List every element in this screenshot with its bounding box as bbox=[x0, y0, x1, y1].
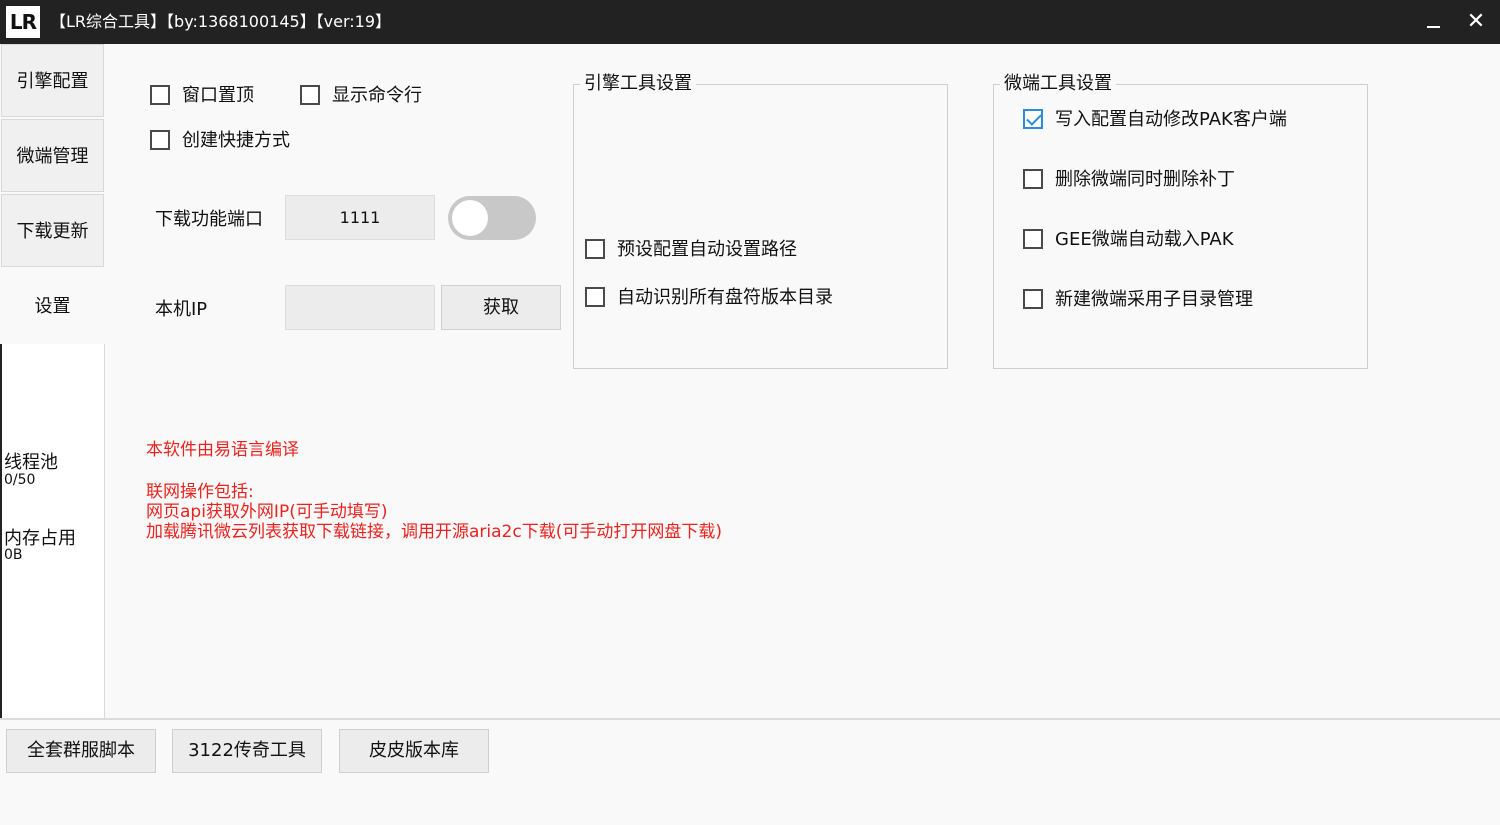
close-button[interactable]: ✕ bbox=[1456, 0, 1496, 44]
checkbox-icon bbox=[150, 85, 170, 105]
thread-pool-label: 线程池 bbox=[4, 452, 58, 473]
preset-auto-path-label: 预设配置自动设置路径 bbox=[617, 239, 797, 260]
app-logo: LR bbox=[6, 6, 40, 38]
full-server-script-button[interactable]: 全套群服脚本 bbox=[6, 729, 156, 773]
minimize-icon bbox=[1427, 26, 1440, 28]
download-port-toggle[interactable] bbox=[448, 196, 536, 240]
network-ops-heading: 联网操作包括: bbox=[146, 482, 254, 502]
engine-settings-title: 引擎工具设置 bbox=[580, 72, 696, 96]
local-ip-label: 本机IP bbox=[155, 299, 208, 320]
gee-auto-load-pak-label: GEE微端自动载入PAK bbox=[1055, 229, 1234, 250]
window-title: 【LR综合工具】【by:1368100145】【ver:19】 bbox=[50, 12, 392, 31]
sidebar: 引擎配置 微端管理 下载更新 设置 线程池 0/50 内存占用 0B bbox=[0, 44, 106, 720]
status-panel: 线程池 0/50 内存占用 0B bbox=[0, 344, 105, 720]
tab-download-update[interactable]: 下载更新 bbox=[1, 194, 104, 267]
checkbox-icon bbox=[1023, 229, 1043, 249]
checkbox-icon bbox=[1023, 169, 1043, 189]
checkbox-icon bbox=[585, 239, 605, 259]
bottom-bar: 全套群服脚本 3122传奇工具 皮皮版本库 bbox=[0, 718, 1500, 825]
tab-engine-config[interactable]: 引擎配置 bbox=[1, 44, 104, 117]
checkbox-icon bbox=[1023, 289, 1043, 309]
pipi-version-library-button[interactable]: 皮皮版本库 bbox=[339, 729, 489, 773]
checkbox-icon bbox=[300, 85, 320, 105]
toggle-knob bbox=[452, 200, 488, 236]
compile-note: 本软件由易语言编译 bbox=[146, 440, 299, 460]
network-op-ip: 网页api获取外网IP(可手动填写) bbox=[146, 502, 388, 522]
auto-detect-drives-label: 自动识别所有盘符版本目录 bbox=[617, 287, 833, 308]
local-ip-input[interactable] bbox=[285, 285, 435, 330]
download-port-input[interactable]: 1111 bbox=[285, 195, 435, 240]
tab-micro-client-management[interactable]: 微端管理 bbox=[1, 119, 104, 192]
micro-settings-title: 微端工具设置 bbox=[1000, 72, 1116, 96]
checkbox-checked-icon bbox=[1023, 109, 1043, 129]
thread-pool-value: 0/50 bbox=[4, 472, 36, 488]
title-bar: LR 【LR综合工具】【by:1368100145】【ver:19】 ✕ bbox=[0, 0, 1500, 44]
network-op-download: 加载腾讯微云列表获取下载链接，调用开源aria2c下载(可手动打开网盘下载) bbox=[146, 522, 722, 542]
download-port-label: 下载功能端口 bbox=[155, 209, 263, 230]
auto-modify-pak-label: 写入配置自动修改PAK客户端 bbox=[1055, 109, 1287, 130]
legend-tool-3122-button[interactable]: 3122传奇工具 bbox=[172, 729, 322, 773]
delete-patch-label: 删除微端同时删除补丁 bbox=[1055, 169, 1235, 190]
checkbox-icon bbox=[150, 130, 170, 150]
minimize-button[interactable] bbox=[1413, 0, 1453, 44]
subdir-management-label: 新建微端采用子目录管理 bbox=[1055, 289, 1253, 310]
engine-settings-group: 引擎工具设置 bbox=[573, 72, 948, 369]
memory-usage-value: 0B bbox=[4, 547, 23, 563]
close-icon: ✕ bbox=[1466, 9, 1486, 34]
fetch-ip-button[interactable]: 获取 bbox=[441, 285, 561, 330]
checkbox-icon bbox=[585, 287, 605, 307]
window-top-label: 窗口置顶 bbox=[182, 85, 254, 106]
tab-settings[interactable]: 设置 bbox=[1, 269, 104, 342]
create-shortcut-label: 创建快捷方式 bbox=[182, 130, 290, 151]
show-cmd-label: 显示命令行 bbox=[332, 85, 422, 106]
